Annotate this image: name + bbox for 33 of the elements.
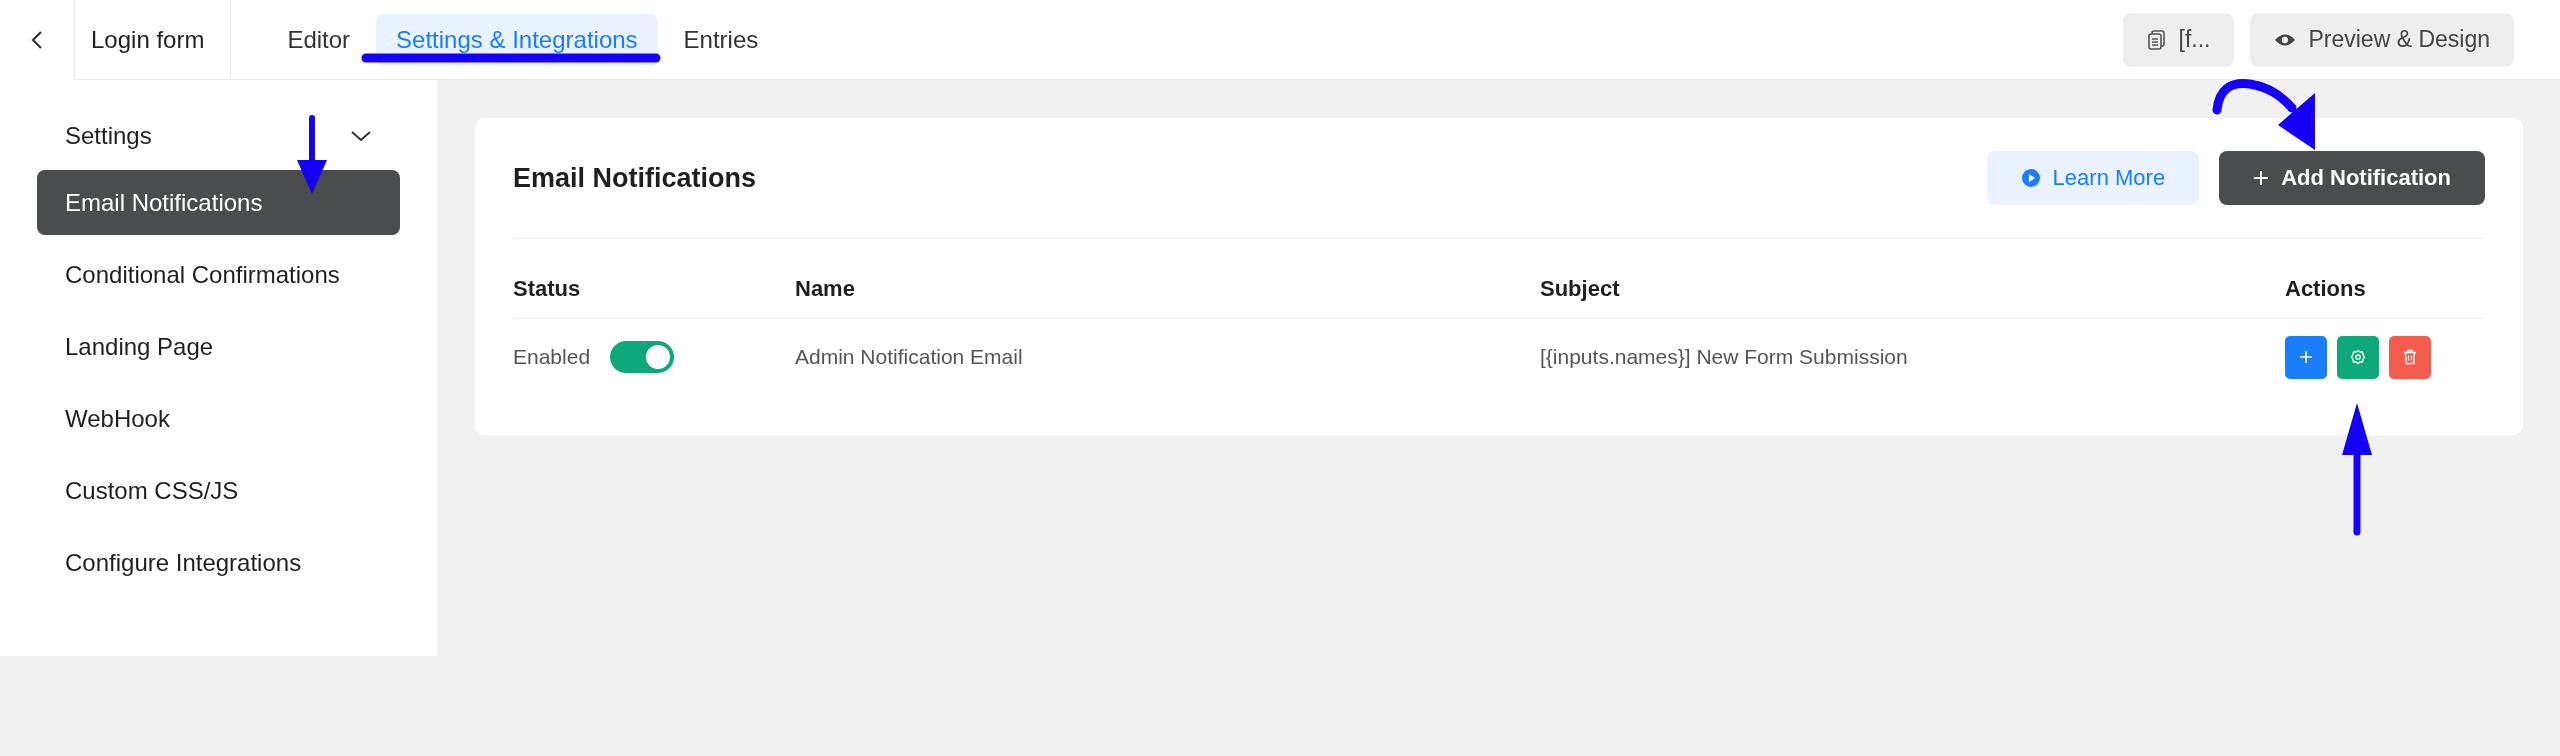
add-button[interactable] bbox=[2285, 335, 2327, 379]
trash-icon bbox=[2403, 349, 2417, 365]
column-header: Name bbox=[795, 275, 856, 302]
copy-icon bbox=[2146, 28, 2167, 51]
tab[interactable]: Entries bbox=[663, 13, 779, 66]
settings-group-toggle[interactable]: Settings bbox=[37, 110, 400, 162]
sidebar-item[interactable]: Landing Page bbox=[37, 314, 400, 379]
preview-button[interactable]: Preview & Design bbox=[2250, 12, 2514, 67]
settings-button[interactable] bbox=[2337, 335, 2379, 379]
chevron-icon bbox=[350, 129, 372, 143]
status-toggle[interactable] bbox=[610, 341, 675, 373]
play-icon bbox=[2020, 168, 2041, 188]
back-icon bbox=[30, 28, 44, 51]
add-notification-button[interactable]: Add Notification bbox=[2219, 151, 2485, 205]
shortcode-button[interactable]: [f... bbox=[2122, 12, 2235, 67]
plus-icon bbox=[2253, 170, 2270, 186]
delete-button[interactable] bbox=[2389, 335, 2431, 379]
column-header: Actions bbox=[2285, 275, 2367, 302]
sidebar-item[interactable]: Configure Integrations bbox=[37, 530, 400, 595]
form-title: Login form bbox=[75, 0, 232, 80]
gear-icon bbox=[2350, 349, 2366, 365]
sidebar-item[interactable]: WebHook bbox=[37, 386, 400, 451]
column-header: Subject bbox=[1540, 275, 1621, 302]
plus-icon bbox=[2299, 350, 2313, 364]
column-header: Status bbox=[513, 275, 582, 302]
table-cell-text: [{inputs.names}] New Form Submission bbox=[1540, 345, 1909, 369]
status-text: Enabled bbox=[513, 345, 591, 369]
sidebar-item[interactable]: Conditional Confirmations bbox=[37, 242, 400, 307]
card-title: Email Notifications bbox=[513, 162, 757, 194]
sidebar-item[interactable]: Custom CSS/JS bbox=[37, 458, 400, 523]
tab[interactable]: Editor bbox=[267, 13, 371, 66]
table-cell-text: Admin Notification Email bbox=[795, 345, 1024, 369]
sidebar-item[interactable]: Email Notifications bbox=[37, 170, 400, 235]
